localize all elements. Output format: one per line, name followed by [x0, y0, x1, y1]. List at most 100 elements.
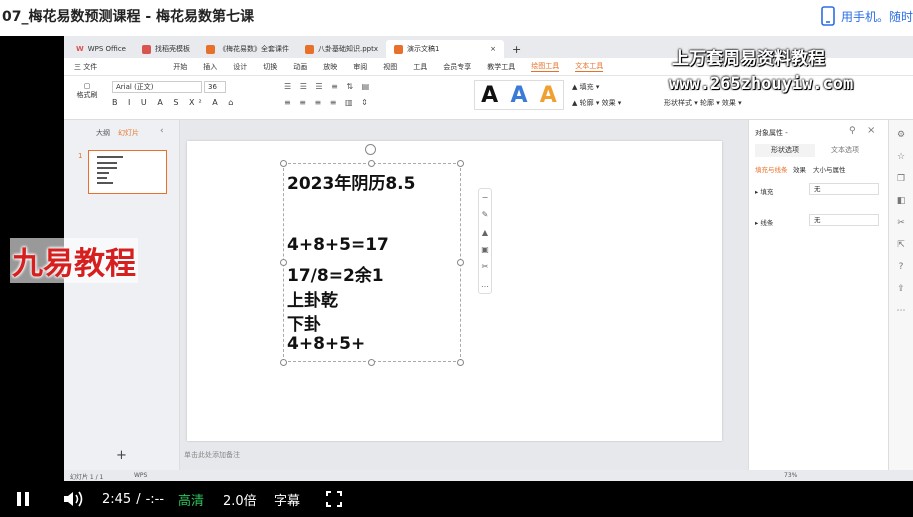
page-header: 07_梅花易数预测课程 - 梅花易数第七课 用手机。随时 [0, 0, 913, 36]
ppt-icon [393, 44, 403, 54]
collapse-panel-icon[interactable]: ‹ [160, 126, 164, 136]
pin-icon[interactable]: ⚲ [849, 126, 856, 136]
tab-courseware[interactable]: 《梅花易数》全套课件 [198, 40, 297, 58]
export-icon[interactable]: ⇱ [897, 240, 905, 250]
speed-button[interactable]: 2.0倍 [223, 481, 257, 517]
text-style-gallery[interactable]: A A A [474, 80, 564, 110]
copy-icon[interactable]: ❐ [897, 174, 905, 184]
resize-handle[interactable] [280, 359, 287, 366]
tab-presentation1[interactable]: 演示文稿1 × [385, 40, 504, 58]
outline-tab[interactable]: 大纲 [96, 128, 110, 138]
fill-icon[interactable]: ▲ [482, 228, 488, 237]
zoom-level[interactable]: 73% [784, 472, 797, 479]
menu-transition[interactable]: 切换 [263, 62, 277, 72]
size-subtab[interactable]: 大小与属性 [813, 164, 846, 174]
share-icon[interactable]: ⇪ [897, 284, 905, 294]
pen-icon[interactable]: ✎ [482, 210, 489, 219]
volume-button[interactable] [62, 481, 84, 517]
subtitle-button[interactable]: 字幕 [274, 481, 300, 517]
help-icon[interactable]: ? [899, 262, 904, 272]
floating-toolbar: − ✎ ▲ ▣ ✂ … [478, 188, 492, 294]
text-style-blue[interactable]: A [510, 83, 527, 108]
slides-tab[interactable]: 幻灯片 [118, 128, 139, 138]
menu-animation[interactable]: 动画 [293, 62, 307, 72]
close-tab-icon[interactable]: × [490, 45, 496, 53]
outline-button[interactable]: ▲ 轮廓 ▾ 效果 ▾ [572, 98, 621, 108]
fullscreen-icon [326, 491, 342, 507]
resize-handle[interactable] [368, 160, 375, 167]
menu-design[interactable]: 设计 [233, 62, 247, 72]
slide[interactable]: 2023年阴历8.5 4+8+5=17 17/8=2余1 上卦乾 下卦 4+8+… [187, 141, 722, 441]
star-icon[interactable]: ☆ [897, 152, 905, 162]
font-size-select[interactable]: 36 [204, 81, 226, 93]
slide-text-line: 17/8=2余1 [287, 266, 384, 286]
tab-label: 《梅花易数》全套课件 [218, 45, 289, 53]
phone-link[interactable]: 用手机。随时 [821, 6, 913, 26]
more-icon[interactable]: … [481, 280, 489, 289]
crop-icon[interactable]: ✂ [482, 262, 489, 271]
tab-template[interactable]: 找稻壳模板 [134, 40, 198, 58]
tab-wps-office[interactable]: W WPS Office [68, 40, 134, 58]
wps-screen: W WPS Office 找稻壳模板 《梅花易数》全套课件 八卦基础知识.pptx… [64, 36, 913, 481]
notes-placeholder[interactable]: 单击此处添加备注 [184, 450, 240, 460]
resize-handle[interactable] [280, 259, 287, 266]
video-player[interactable]: W WPS Office 找稻壳模板 《梅花易数》全套课件 八卦基础知识.pptx… [0, 36, 913, 517]
line-section-label[interactable]: ▸ 线条 [755, 217, 773, 227]
close-panel-icon[interactable]: × [867, 125, 875, 136]
shape-icon[interactable]: ◧ [897, 196, 906, 206]
menu-home[interactable]: 开始 [173, 62, 187, 72]
menu-text-tools[interactable]: 文本工具 [575, 61, 604, 72]
fullscreen-button[interactable] [326, 481, 342, 517]
menu-file[interactable]: 三 文件 [74, 62, 97, 72]
more-icon[interactable]: ⋯ [897, 306, 906, 316]
shape-style-button[interactable]: 形状样式 ▾ 轮廓 ▾ 效果 ▾ [664, 98, 742, 108]
add-slide-button[interactable]: + [116, 448, 127, 463]
text-style-black[interactable]: A [481, 83, 498, 108]
menu-tools[interactable]: 工具 [413, 62, 427, 72]
fill-section-label[interactable]: ▸ 填充 [755, 186, 773, 196]
tab-bagua[interactable]: 八卦基础知识.pptx [297, 40, 386, 58]
line-select[interactable]: 无 [809, 214, 879, 226]
slide-thumbnail[interactable] [88, 150, 167, 194]
properties-icon[interactable]: ⚙ [897, 130, 905, 140]
menu-insert[interactable]: 插入 [203, 62, 217, 72]
fill-button[interactable]: ▲ 填充 ▾ [572, 82, 599, 92]
text-options-tab[interactable]: 文本选项 [815, 144, 875, 157]
slide-text-line: 4+8+5=17 [287, 235, 389, 255]
format-painter-button[interactable]: ▢ 格式刷 [72, 82, 102, 100]
fill-select[interactable]: 无 [809, 183, 879, 195]
menu-view[interactable]: 视图 [383, 62, 397, 72]
text-style-orange[interactable]: A [540, 83, 557, 108]
resize-handle[interactable] [280, 160, 287, 167]
align-buttons[interactable]: ≡ ≡ ≡ ≡ ▥ ⇕ [284, 98, 371, 107]
paragraph-buttons[interactable]: ☰ ☰ ☰ ≡ ⇅ ▤ [284, 82, 372, 91]
pause-button[interactable] [16, 481, 30, 517]
resize-handle[interactable] [368, 359, 375, 366]
tab-file-icon [141, 44, 151, 54]
menu-drawing-tools[interactable]: 绘图工具 [531, 61, 560, 72]
new-tab-button[interactable]: + [504, 40, 529, 58]
fill-line-subtab[interactable]: 填充与线条 [755, 164, 788, 174]
menu-review[interactable]: 审阅 [353, 62, 367, 72]
slide-text-line: 下卦 [287, 315, 321, 335]
page-title: 07_梅花易数预测课程 - 梅花易数第七课 [2, 9, 255, 25]
theme-name: WPS [134, 472, 148, 479]
effects-subtab[interactable]: 效果 [793, 164, 806, 174]
menu-slideshow[interactable]: 放映 [323, 62, 337, 72]
frame-icon[interactable]: ▣ [481, 245, 489, 254]
minus-icon[interactable]: − [482, 193, 489, 202]
duration: -:-- [145, 491, 165, 507]
rotate-handle[interactable] [365, 144, 376, 155]
shape-options-tab[interactable]: 形状选项 [755, 144, 815, 157]
pause-icon [17, 492, 29, 506]
text-format-buttons[interactable]: B I U A S X² A ⌂ [112, 98, 237, 107]
menu-teaching[interactable]: 教学工具 [487, 62, 515, 72]
resize-handle[interactable] [457, 259, 464, 266]
resize-handle[interactable] [457, 359, 464, 366]
resize-handle[interactable] [457, 160, 464, 167]
scissors-icon[interactable]: ✂ [897, 218, 905, 228]
font-name-select[interactable]: Arial (正文) [112, 81, 202, 93]
quality-button[interactable]: 高清 [178, 481, 204, 517]
menu-member[interactable]: 会员专享 [443, 62, 471, 72]
current-time: 2:45 [102, 491, 132, 507]
